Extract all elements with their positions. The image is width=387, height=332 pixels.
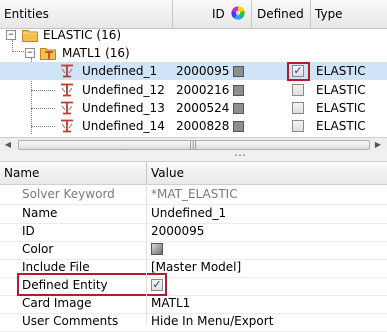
scroll-left-arrow-icon[interactable]: ◀ [3, 140, 13, 150]
column-divider [146, 184, 147, 322]
material-id: 2000095 [176, 64, 230, 78]
column-divider[interactable] [172, 0, 173, 28]
tree-node-matl1[interactable]: − MATL1 (16) [0, 44, 387, 62]
tree-node-label: ELASTIC (16) [43, 28, 122, 42]
panel-splitter[interactable]: … [0, 146, 387, 162]
material-icon [60, 64, 74, 78]
material-name: Undefined_1 [82, 64, 158, 78]
material-type: ELASTIC [316, 101, 366, 115]
property-row-color[interactable]: Color [0, 240, 387, 260]
property-name: Name [22, 206, 58, 220]
property-row-name[interactable]: Name Undefined_1 [0, 204, 387, 224]
property-name: Solver Keyword [22, 187, 115, 201]
tree-row-material[interactable]: Undefined_13 2000524 ELASTIC [0, 99, 387, 117]
material-id: 2000216 [176, 83, 230, 97]
material-id: 2000524 [176, 101, 230, 115]
property-name: Card Image [22, 296, 92, 310]
property-value[interactable]: 2000095 [151, 222, 204, 240]
defined-checkbox[interactable] [292, 120, 304, 132]
properties-header: Name Value [0, 162, 387, 185]
property-value: *MAT_ELASTIC [151, 187, 238, 201]
material-id: 2000828 [176, 119, 230, 133]
column-header-defined[interactable]: Defined [257, 5, 304, 23]
thumb-grip-icon: ||| [189, 140, 198, 149]
material-color-swatch[interactable] [233, 103, 244, 114]
color-wheel-icon[interactable] [231, 6, 245, 20]
column-header-type[interactable]: Type [315, 5, 343, 23]
column-header-entities[interactable]: Entities [4, 5, 49, 23]
property-name: Color [22, 242, 54, 256]
material-color-swatch[interactable] [233, 85, 244, 96]
property-row-user-comments[interactable]: User Comments Hide In Menu/Export [0, 312, 387, 332]
property-row-card-image[interactable]: Card Image MATL1 [0, 294, 387, 314]
defined-highlight-box [287, 62, 310, 81]
tree-row-material[interactable]: Undefined_14 2000828 ELASTIC [0, 117, 387, 135]
entity-browser-header: Entities ID Defined Type [0, 0, 387, 29]
property-value[interactable]: Undefined_1 [151, 204, 226, 222]
material-type: ELASTIC [316, 83, 366, 97]
tree-node-label: MATL1 (16) [62, 46, 130, 60]
material-color-swatch[interactable] [233, 121, 244, 132]
material-color-swatch[interactable] [233, 66, 244, 77]
material-type: ELASTIC [316, 119, 366, 133]
folder-icon [22, 28, 38, 42]
property-name: User Comments [22, 314, 119, 328]
defined-checkbox[interactable] [292, 84, 304, 96]
tree-row-material[interactable]: Undefined_12 2000216 ELASTIC [0, 81, 387, 99]
property-value[interactable]: Hide In Menu/Export [151, 312, 273, 330]
material-name: Undefined_14 [82, 119, 165, 133]
defined-entity-highlight-box [17, 273, 167, 296]
material-name: Undefined_13 [82, 101, 165, 115]
material-type: ELASTIC [316, 64, 366, 78]
property-value[interactable]: MATL1 [151, 294, 190, 312]
column-header-name[interactable]: Name [4, 164, 39, 182]
property-row-id[interactable]: ID 2000095 [0, 222, 387, 242]
material-icon [60, 101, 74, 115]
property-row-solver-keyword[interactable]: Solver Keyword *MAT_ELASTIC [0, 185, 387, 205]
material-icon [60, 83, 74, 97]
column-header-value[interactable]: Value [151, 164, 184, 182]
collapse-icon[interactable]: − [6, 30, 16, 40]
column-header-id[interactable]: ID [212, 5, 225, 23]
column-divider[interactable] [146, 162, 147, 184]
property-name: ID [22, 224, 35, 238]
collapse-icon[interactable]: − [25, 48, 35, 58]
material-name: Undefined_12 [82, 83, 165, 97]
column-divider[interactable] [310, 0, 311, 28]
splitter-grip-icon: … [234, 145, 246, 159]
scroll-right-arrow-icon[interactable]: ▶ [373, 140, 383, 150]
tree-row-material[interactable]: Undefined_1 2000095 ✓ ELASTIC [0, 62, 387, 80]
defined-checkbox[interactable] [292, 102, 304, 114]
color-swatch[interactable] [151, 243, 163, 255]
tree-node-elastic[interactable]: − ELASTIC (16) [0, 26, 387, 44]
material-folder-icon [40, 45, 57, 61]
material-icon [60, 119, 74, 133]
column-divider[interactable] [251, 0, 252, 28]
scrollbar-thumb[interactable]: ||| [18, 140, 370, 150]
